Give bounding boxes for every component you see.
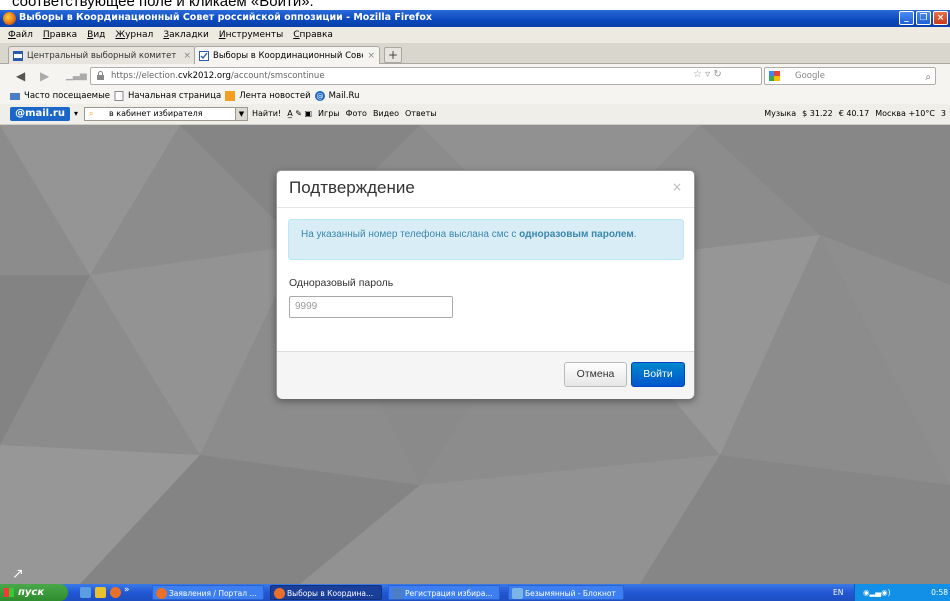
page-icon (114, 91, 124, 101)
sms-sent-alert: На указанный номер телефона выслана смс … (288, 219, 684, 260)
window-title: Выборы в Координационный Совет российско… (19, 12, 433, 23)
otp-label: Одноразовый пароль (289, 277, 394, 289)
taskbar-item[interactable]: Регистрация избира... (388, 585, 500, 600)
forward-arrow-icon[interactable]: ▶ (40, 69, 49, 83)
folder-icon (10, 93, 20, 100)
windows-taskbar: пуск » Заявления / Портал ... Выборы в К… (0, 584, 950, 601)
firefox-icon (274, 588, 285, 599)
minimize-button[interactable]: _ (899, 11, 914, 25)
bookmark-most-visited[interactable]: Часто посещаемые (24, 91, 110, 101)
language-indicator[interactable]: EN (833, 584, 843, 601)
menu-history[interactable]: Журнал (115, 30, 153, 40)
firefox-icon[interactable] (110, 587, 121, 598)
taskbar-item[interactable]: Заявления / Портал ... (152, 585, 264, 600)
music-link[interactable]: Музыка (764, 109, 796, 118)
bookmark-mailru[interactable]: Mail.Ru (329, 91, 360, 101)
mailru-answers-link[interactable]: Ответы (405, 109, 437, 118)
google-icon (769, 71, 780, 81)
signal-bars-icon: ▁▃▅ (66, 71, 87, 81)
tab-close-icon[interactable]: × (367, 51, 375, 61)
mailru-find-button[interactable]: Найти! (252, 109, 281, 118)
document-caption: соответствующее поле и кликаем «Войти». (0, 0, 950, 10)
dialog-footer: Отмена Войти (277, 351, 694, 399)
url-star-reload-icon[interactable]: ☆ ▿ ↻ (693, 69, 722, 80)
mailru-games-link[interactable]: Игры (318, 109, 340, 118)
close-window-button[interactable]: × (933, 11, 948, 25)
bookmarks-toolbar: Часто посещаемые Начальная страница Лент… (0, 88, 950, 104)
rss-icon (225, 91, 236, 101)
dialog-title: Подтверждение (289, 178, 415, 197)
mailru-video-link[interactable]: Видео (373, 109, 399, 118)
tab-cvk[interactable]: Центральный выборный комитет выб... × (8, 46, 196, 64)
login-button[interactable]: Войти (631, 362, 685, 387)
bookmark-news[interactable]: Лента новостей (239, 91, 310, 101)
svg-text:@: @ (316, 93, 323, 101)
navigation-bar: ◀ ▶ ▁▃▅ https://election.cvk2012.org/acc… (0, 64, 950, 88)
start-button[interactable]: пуск (0, 584, 68, 601)
cancel-button[interactable]: Отмена (564, 362, 627, 387)
notepad-icon (512, 588, 523, 599)
dialog-header: Подтверждение × (277, 171, 694, 208)
taskbar-item-active[interactable]: Выборы в Координа... (270, 585, 382, 600)
firefox-icon (156, 588, 167, 599)
search-box[interactable]: Google ⌕ (764, 67, 936, 85)
eur-rate: € 40.17 (838, 109, 870, 118)
menu-edit[interactable]: Правка (43, 30, 77, 40)
menu-help[interactable]: Справка (293, 30, 333, 40)
maximize-button[interactable]: ❐ (916, 11, 931, 25)
search-icon[interactable]: ⌕ (925, 70, 931, 86)
tab-close-icon[interactable]: × (183, 51, 191, 61)
mailru-menu-icon[interactable]: ▾ (74, 109, 78, 118)
weather-widget[interactable]: Москва +10°C (875, 109, 935, 118)
font-tools-icon[interactable]: A̲ ✎ ▣ (287, 109, 312, 118)
firefox-icon (3, 12, 16, 25)
tray-icons[interactable]: ◉▂▄◉) (863, 584, 891, 601)
search-loupe-icon: ⌕ (89, 109, 94, 118)
back-arrow-icon[interactable]: ◀ (16, 69, 25, 83)
ballot-favicon-icon (199, 50, 209, 61)
quick-launch (80, 587, 121, 598)
lock-icon (97, 71, 104, 80)
clock: 0:58 (931, 588, 948, 597)
system-tray: EN ◉▂▄◉) 0:58 (833, 584, 950, 601)
folder-icon[interactable] (95, 587, 106, 598)
menu-tools[interactable]: Инструменты (219, 30, 283, 40)
bookmark-home[interactable]: Начальная страница (128, 91, 221, 101)
new-tab-button[interactable]: + (384, 47, 402, 63)
page-content: Подтверждение × На указанный номер телеф… (0, 125, 950, 584)
menu-bar: Файл Правка Вид Журнал Закладки Инструме… (0, 27, 950, 43)
tab-strip: Центральный выборный комитет выб... × Вы… (0, 43, 950, 64)
corner-arrow-icon[interactable]: ↗ (12, 566, 24, 582)
quick-launch-more[interactable]: » (124, 585, 130, 595)
usd-rate: $ 31.22 (802, 109, 833, 118)
chevron-down-icon[interactable]: ▼ (235, 108, 247, 120)
menu-bookmarks[interactable]: Закладки (163, 30, 209, 40)
tab-elections[interactable]: Выборы в Координационный Совет ро... × (194, 46, 380, 64)
traffic-widget[interactable]: 3 (941, 109, 946, 118)
menu-file[interactable]: Файл (8, 30, 33, 40)
windows-flag-icon (4, 588, 14, 597)
desktop-icon[interactable] (80, 587, 91, 598)
mailru-photo-link[interactable]: Фото (346, 109, 367, 118)
menu-view[interactable]: Вид (87, 30, 105, 40)
mailru-icon: @ (314, 91, 325, 101)
mailru-toolbar: @mail.ru ▾ ⌕ в кабинет избирателя ▼ Найт… (0, 104, 950, 125)
document-icon (392, 588, 403, 599)
taskbar-item[interactable]: Безымянный - Блокнот (508, 585, 624, 600)
mailru-logo[interactable]: @mail.ru (10, 107, 70, 121)
address-bar[interactable]: https://election.cvk2012.org/account/sms… (90, 67, 762, 85)
confirmation-dialog: Подтверждение × На указанный номер телеф… (276, 170, 695, 399)
window-titlebar: Выборы в Координационный Совет российско… (0, 10, 950, 27)
otp-input[interactable]: 9999 (289, 296, 453, 318)
cvk-favicon-icon (13, 50, 23, 61)
mailru-search-select[interactable]: ⌕ в кабинет избирателя ▼ (84, 107, 248, 121)
dialog-close-icon[interactable]: × (672, 180, 682, 194)
